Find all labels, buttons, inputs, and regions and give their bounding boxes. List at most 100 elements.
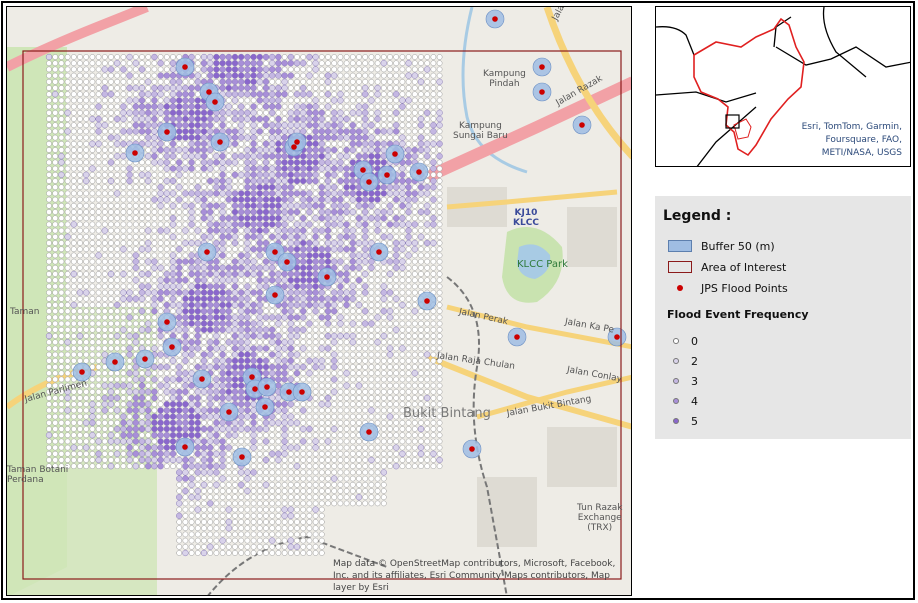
flood-point[interactable] [199, 376, 205, 382]
grid-cell [138, 295, 146, 302]
grid-cell [108, 196, 114, 203]
grid-cell [424, 394, 431, 402]
grid-cell [312, 314, 319, 321]
grid-cell [287, 91, 294, 98]
grid-cell [343, 289, 350, 296]
grid-cell [77, 227, 83, 234]
grid-cell [95, 97, 102, 104]
grid-cell [281, 432, 288, 439]
grid-cell [182, 196, 189, 203]
grid-cell [58, 72, 65, 79]
grid-cell [430, 103, 437, 110]
flood-point[interactable] [324, 274, 330, 280]
flood-point[interactable] [272, 249, 278, 255]
flood-point[interactable] [384, 172, 390, 178]
grid-cell [256, 320, 263, 327]
flood-point[interactable] [264, 384, 270, 390]
grid-cell [182, 506, 189, 513]
grid-cell [399, 370, 406, 377]
main-map[interactable]: Jalan Jalan Razak Kampung Pindah Kampung… [6, 6, 632, 596]
flood-point[interactable] [217, 139, 223, 145]
flood-point[interactable] [204, 249, 210, 255]
flood-point[interactable] [366, 179, 372, 185]
grid-cell [64, 60, 71, 67]
flood-point[interactable] [142, 356, 148, 362]
grid-cell [424, 339, 431, 346]
grid-cell [132, 394, 139, 402]
flood-point[interactable] [539, 64, 545, 70]
flood-point[interactable] [539, 89, 545, 95]
inset-map[interactable]: Esri, TomTom, Garmin, Foursquare, FAO, M… [655, 6, 911, 167]
grid-cell [287, 202, 294, 209]
grid-cell [95, 215, 102, 222]
grid-cell [238, 233, 245, 240]
flood-point[interactable] [514, 334, 520, 340]
grid-cell [343, 419, 350, 426]
flood-point[interactable] [132, 150, 138, 156]
flood-point[interactable] [182, 444, 188, 450]
flood-point[interactable] [272, 292, 278, 298]
grid-cell [201, 72, 207, 79]
grid-cell [355, 239, 363, 247]
grid-cell [417, 425, 425, 433]
flood-point[interactable] [249, 374, 255, 380]
grid-cell [120, 66, 127, 73]
grid-cell [362, 153, 369, 160]
grid-cell [275, 308, 282, 315]
grid-cell [232, 506, 238, 513]
flood-point[interactable] [614, 334, 620, 340]
flood-point[interactable] [164, 319, 170, 325]
flood-point[interactable] [226, 409, 232, 415]
flood-point[interactable] [299, 389, 305, 395]
grid-cell [107, 463, 115, 470]
flood-point[interactable] [416, 169, 422, 175]
grid-cell [95, 60, 102, 67]
flood-point[interactable] [252, 386, 258, 392]
flood-point[interactable] [366, 429, 372, 435]
grid-cell [281, 351, 288, 358]
flood-point[interactable] [424, 298, 430, 304]
grid-cell [64, 450, 71, 457]
grid-cell [405, 134, 412, 141]
grid-cell [58, 258, 65, 265]
grid-cell [250, 115, 257, 123]
grid-cell [300, 252, 307, 259]
grid-cell [430, 196, 437, 203]
grid-cell [188, 345, 195, 352]
flood-point[interactable] [262, 404, 268, 410]
legend-freq-4: 4 [673, 394, 698, 408]
grid-cell [138, 91, 146, 98]
grid-cell [300, 419, 307, 426]
flood-point[interactable] [239, 454, 245, 460]
flood-point[interactable] [492, 16, 498, 22]
flood-point[interactable] [294, 139, 300, 145]
flood-point[interactable] [112, 359, 118, 365]
flood-point[interactable] [164, 129, 170, 135]
flood-point[interactable] [182, 64, 188, 70]
grid-cell [399, 97, 406, 104]
grid-cell [263, 537, 269, 544]
flood-point[interactable] [469, 446, 475, 452]
flood-point[interactable] [169, 344, 175, 350]
flood-point[interactable] [376, 249, 382, 255]
grid-cell [250, 146, 257, 154]
flood-point[interactable] [284, 259, 290, 265]
grid-cell [294, 308, 300, 315]
grid-cell [52, 419, 59, 426]
flood-point[interactable] [286, 389, 292, 395]
flood-point[interactable] [392, 151, 398, 157]
grid-cell [349, 339, 356, 346]
grid-cell [120, 401, 127, 408]
flood-point[interactable] [360, 167, 366, 173]
grid-cell [77, 326, 83, 333]
flood-point[interactable] [206, 89, 212, 95]
flood-point[interactable] [79, 369, 85, 375]
flood-point[interactable] [579, 122, 585, 128]
grid-cell [101, 72, 108, 79]
grid-cell [126, 388, 133, 395]
flood-point[interactable] [291, 144, 297, 150]
flood-point[interactable] [212, 99, 218, 105]
grid-cell [52, 178, 59, 184]
grid-cell [349, 277, 356, 284]
grid-cell [269, 202, 276, 209]
